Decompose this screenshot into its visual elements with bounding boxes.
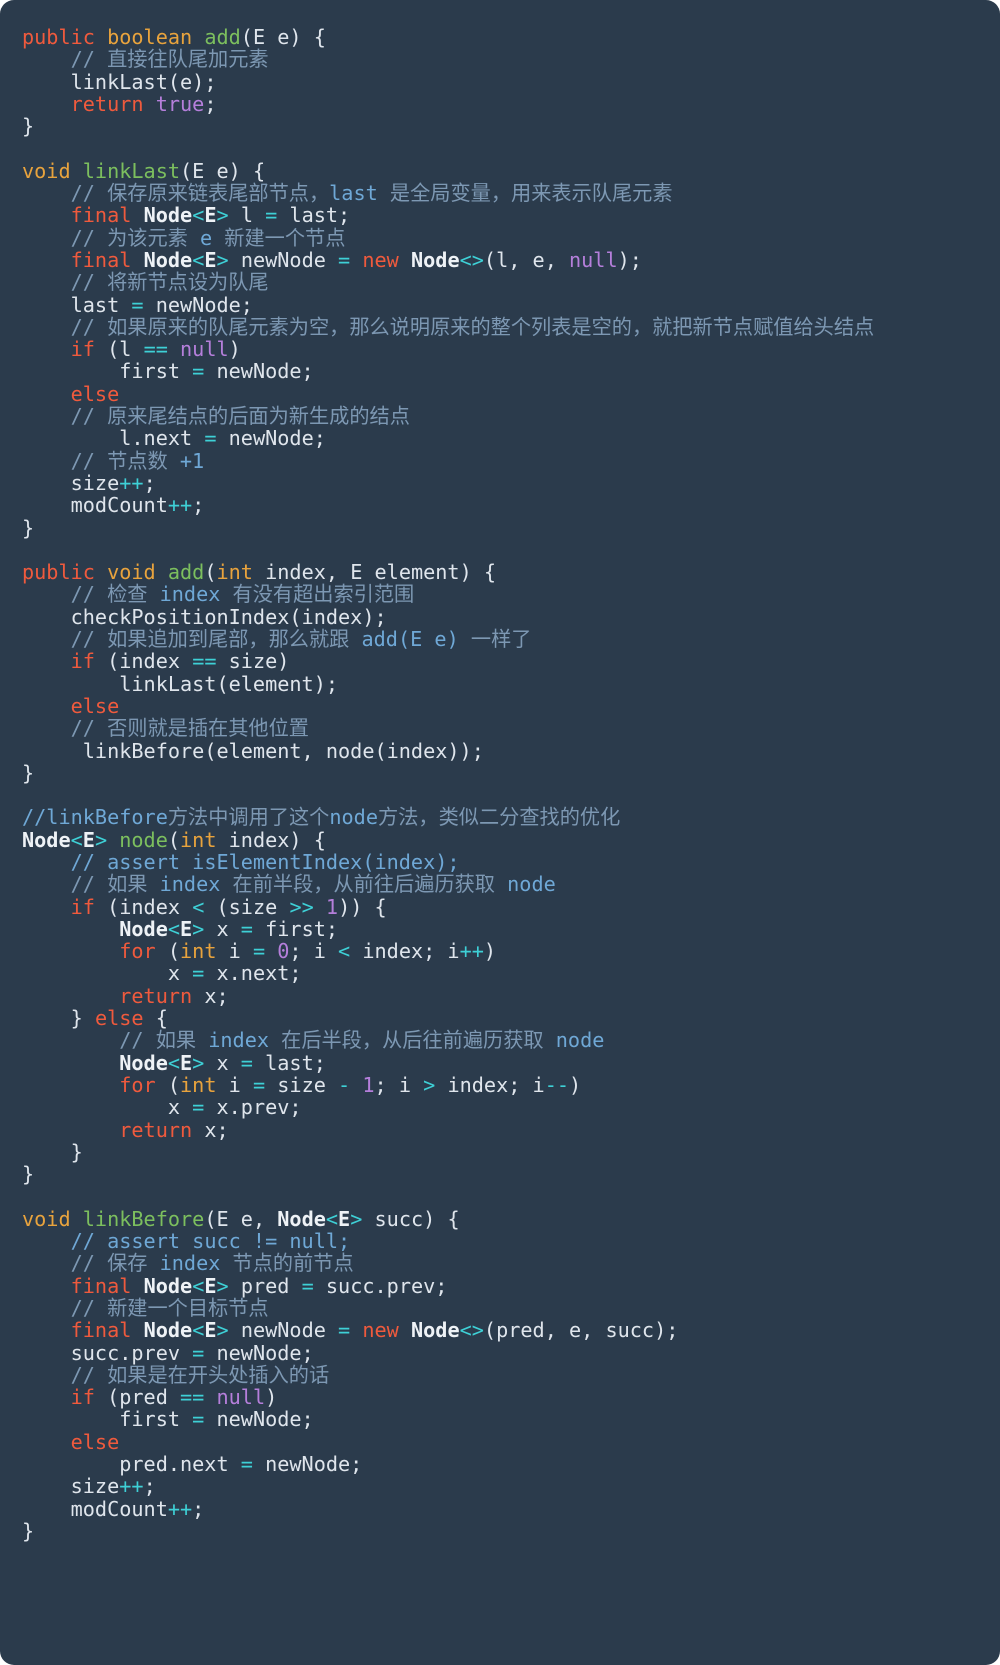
code-line: // 如果 index 在后半段，从后往前遍历获取 node — [119, 1028, 605, 1053]
code-line: modCount++; — [70, 1496, 205, 1521]
code-line: final Node<E> newNode = new Node<>(l, e,… — [70, 247, 642, 272]
code-line: } else { — [70, 1006, 168, 1031]
code-line: size++; — [70, 470, 156, 495]
code-line: public boolean add(E e) { — [22, 25, 326, 49]
code-block: public boolean add(E e) { // 直接往队尾加元素 li… — [22, 26, 982, 1542]
code-line: succ.prev = newNode; — [70, 1340, 314, 1365]
code-line: if (l == null) — [70, 337, 241, 362]
code-line: } — [22, 1518, 35, 1543]
code-line: pred.next = newNode; — [119, 1452, 363, 1476]
code-line: else — [70, 381, 120, 406]
code-line: // 如果 index 在前半段，从前往后遍历获取 node — [70, 872, 556, 897]
code-line: // assert succ != null; — [70, 1229, 351, 1254]
code-line: checkPositionIndex(index); — [70, 604, 387, 629]
code-line: return x; — [119, 1117, 229, 1142]
code-line: } — [22, 1162, 35, 1187]
code-line: // 如果是在开头处插入的话 — [70, 1362, 330, 1387]
code-line: } — [22, 760, 35, 785]
code-line: last = newNode; — [70, 292, 253, 317]
code-line: l.next = newNode; — [119, 426, 326, 451]
code-line: //linkBefore方法中调用了这个node方法，类似二分查找的优化 — [22, 805, 621, 830]
code-line: // 新建一个目标节点 — [70, 1295, 269, 1320]
code-line: else — [70, 693, 120, 718]
code-line: return true; — [70, 91, 217, 116]
code-line: Node<E> node(int index) { — [22, 827, 326, 852]
code-line: // 保存 index 节点的前节点 — [70, 1251, 354, 1276]
code-line: size++; — [70, 1474, 156, 1499]
code-line: // 为该元素 e 新建一个节点 — [70, 225, 346, 250]
code-line: first = newNode; — [119, 1407, 314, 1432]
code-line: linkLast(e); — [70, 69, 217, 94]
code-line: if (index == size) — [70, 649, 290, 674]
code-line: return x; — [119, 983, 229, 1008]
code-line: } — [22, 515, 35, 540]
code-line: if (pred == null) — [70, 1385, 278, 1410]
code-line: // 否则就是插在其他位置 — [70, 716, 309, 741]
code-line: // 如果追加到尾部，那么就跟 add(E e) 一样了 — [70, 627, 532, 652]
code-line: // 原来尾结点的后面为新生成的结点 — [70, 404, 410, 429]
code-line: modCount++; — [70, 493, 205, 518]
code-line: else — [70, 1429, 120, 1454]
code-line: } — [22, 114, 35, 139]
code-line: x = x.prev; — [167, 1095, 302, 1120]
code-line: public void add(int index, E element) { — [22, 560, 497, 585]
code-line: // 直接往队尾加元素 — [70, 47, 269, 72]
code-line: // 检查 index 有没有超出索引范围 — [70, 582, 415, 607]
code-line: first = newNode; — [119, 359, 314, 384]
code-line: // 节点数 +1 — [70, 448, 205, 473]
code-line: } — [70, 1139, 83, 1164]
code-line: void linkLast(E e) { — [22, 158, 266, 183]
code-line: final Node<E> newNode = new Node<>(pred,… — [70, 1318, 679, 1343]
code-line: if (index < (size >> 1)) { — [70, 894, 387, 919]
code-line: // assert isElementIndex(index); — [70, 849, 460, 874]
code-line: x = x.next; — [167, 961, 302, 986]
code-line: void linkBefore(E e, Node<E> succ) { — [22, 1206, 460, 1231]
code-line: for (int i = 0; i < index; i++) — [119, 939, 497, 964]
code-line: for (int i = size - 1; i > index; i--) — [119, 1072, 582, 1097]
code-line: Node<E> x = last; — [119, 1050, 326, 1075]
code-snippet-card: public boolean add(E e) { // 直接往队尾加元素 li… — [0, 0, 1000, 1665]
code-line: final Node<E> l = last; — [70, 203, 351, 228]
code-line: Node<E> x = first; — [119, 916, 339, 941]
code-line: // 如果原来的队尾元素为空，那么说明原来的整个列表是空的，就把新节点赋值给头结… — [70, 314, 875, 339]
code-line: // 将新节点设为队尾 — [70, 270, 269, 295]
code-line: final Node<E> pred = succ.prev; — [70, 1273, 448, 1298]
code-line: linkBefore(element, node(index)); — [82, 738, 484, 763]
code-line: linkLast(element); — [119, 671, 339, 696]
code-line: // 保存原来链表尾部节点，last 是全局变量，用来表示队尾元素 — [70, 181, 673, 206]
